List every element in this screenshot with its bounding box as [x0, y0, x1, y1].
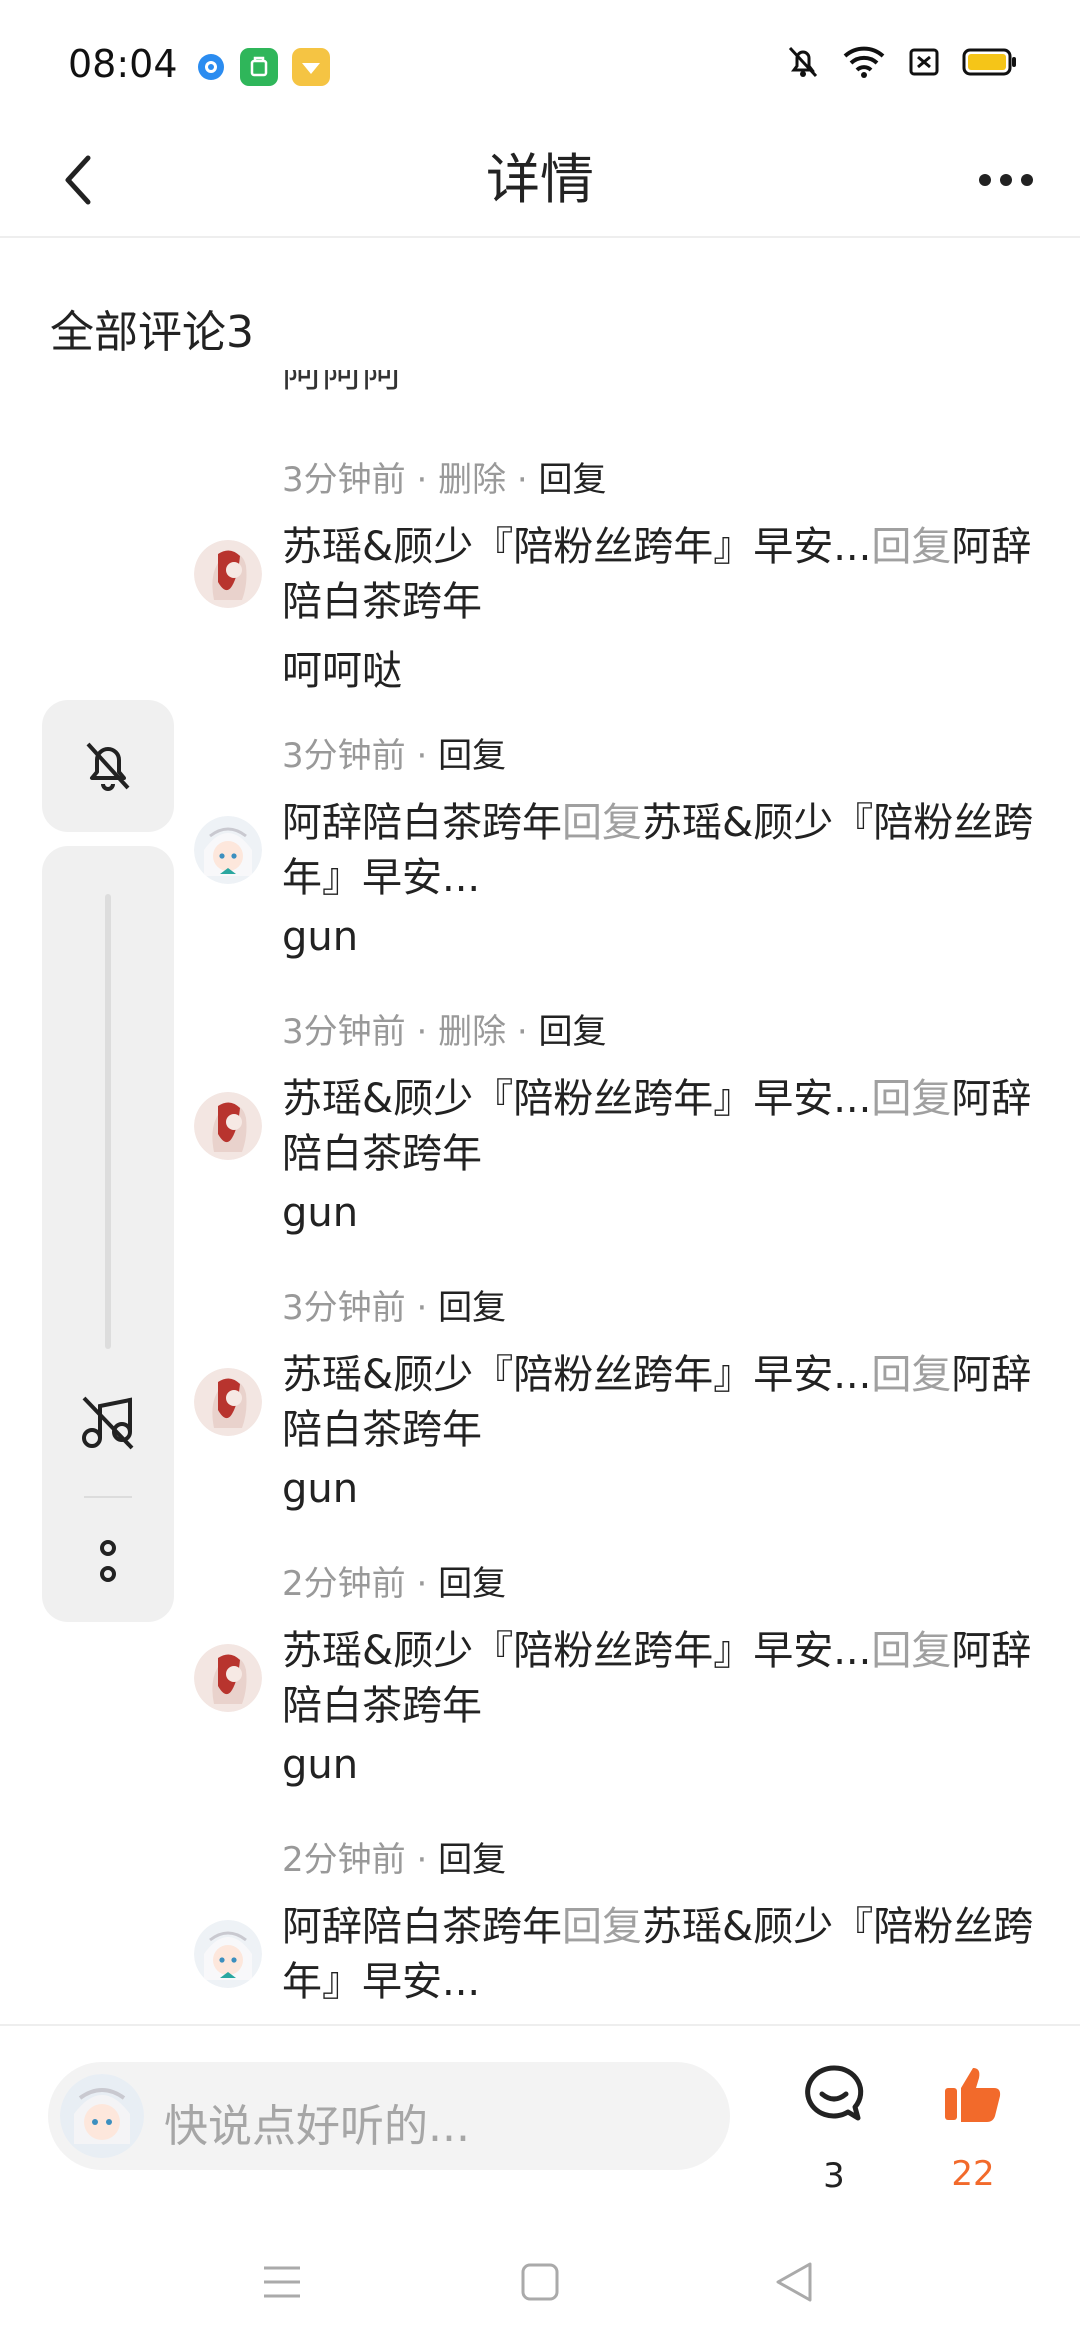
comment-meta: 2分钟前 · 回复 [282, 1556, 506, 1605]
comment-time: 3分钟前 [282, 460, 406, 500]
comment-text: 呵呵哒 [282, 648, 402, 694]
wallet-app-icon [292, 48, 330, 86]
comment-button[interactable]: 3 [794, 2062, 874, 2202]
reply-link[interactable]: 回复 [438, 1564, 506, 1604]
comment-bubble-icon [805, 2065, 864, 2121]
meta-separator: · [405, 736, 439, 776]
reply-word: 回复 [871, 1076, 952, 1122]
avatar[interactable] [194, 540, 262, 608]
reply-word: 回复 [871, 1628, 952, 1674]
comment-author[interactable]: 阿辞陪白茶跨年 [282, 800, 562, 846]
reply-link[interactable]: 回复 [539, 1012, 607, 1052]
comments-count-title: 全部评论3 [50, 307, 254, 358]
reply-link[interactable]: 回复 [438, 1840, 506, 1880]
meta-separator: · [506, 460, 539, 500]
status-time: 08:04 [68, 42, 178, 86]
comment-text: gun [282, 1190, 359, 1236]
mute-toggle-button[interactable] [42, 700, 174, 832]
avatar[interactable] [194, 816, 262, 884]
status-icons [786, 44, 1018, 80]
reply-word: 回复 [871, 1352, 952, 1398]
comment-input[interactable]: 快说点好听的... [48, 2062, 730, 2170]
bottom-bar: 快说点好听的... 3 22 [0, 2024, 1080, 2224]
comment-text: gun [282, 1466, 359, 1512]
comment-author-line[interactable]: 苏瑶&顾少『陪粉丝跨年』早安...回复阿辞陪白茶跨年 [282, 1348, 1042, 1458]
comment-time: 3分钟前 [282, 1012, 406, 1052]
comment-author[interactable]: 阿辞陪白茶跨年 [282, 1904, 562, 1950]
comment-author-line[interactable]: 苏瑶&顾少『陪粉丝跨年』早安...回复阿辞陪白茶跨年 [282, 1072, 1042, 1182]
reply-word: 回复 [562, 800, 642, 846]
reply-link[interactable]: 回复 [438, 1288, 506, 1328]
side-control-panel [42, 846, 174, 1622]
more-button[interactable] [966, 140, 1046, 220]
comment-author[interactable]: 苏瑶&顾少『陪粉丝跨年』早安... [282, 1628, 871, 1674]
back-triangle-icon [776, 2262, 812, 2302]
comment-author-line[interactable]: 苏瑶&顾少『陪粉丝跨年』早安...回复阿辞陪白茶跨年 [282, 1624, 1042, 1734]
comment-author-line[interactable]: 苏瑶&顾少『陪粉丝跨年』早安...回复阿辞陪白茶跨年 [282, 520, 1042, 630]
reply-link[interactable]: 回复 [438, 736, 506, 776]
comment-count: 3 [823, 2156, 845, 2196]
meta-separator: · [405, 1288, 439, 1328]
comment-author[interactable]: 苏瑶&顾少『陪粉丝跨年』早安... [282, 1352, 871, 1398]
avatar[interactable] [194, 1368, 262, 1436]
wifi-icon [843, 46, 885, 78]
delete-link[interactable]: 删除 [438, 460, 506, 500]
bell-off-icon [86, 742, 130, 791]
comment-meta: 3分钟前 · 删除 · 回复 [282, 1004, 607, 1053]
comment-meta: 2分钟前 · 回复 [282, 1832, 506, 1881]
comment-author[interactable]: 苏瑶&顾少『陪粉丝跨年』早安... [282, 1076, 871, 1122]
comment-time: 3分钟前 [282, 736, 406, 776]
thumbs-up-icon [945, 2068, 1001, 2122]
comment-meta: 3分钟前 · 回复 [282, 728, 506, 777]
meta-separator: · [506, 1012, 539, 1052]
meta-separator: · [405, 1564, 439, 1604]
truncated-comment-text: 阿阿阿 [282, 370, 402, 396]
page-title: 详情 [486, 148, 594, 211]
panel-divider [84, 1496, 132, 1498]
back-nav-button[interactable] [764, 2254, 824, 2310]
comment-meta: 3分钟前 · 回复 [282, 1280, 506, 1329]
battery-icon [962, 48, 1016, 76]
home-button[interactable] [510, 2254, 570, 2310]
header: 详情 [0, 120, 1080, 238]
reply-link[interactable]: 回复 [539, 460, 607, 500]
system-nav-bar [0, 2224, 1080, 2340]
shopping-app-icon [240, 48, 278, 86]
browser-app-icon [192, 48, 230, 86]
status-bar: 08:04 [0, 0, 1080, 120]
volume-slider[interactable] [105, 894, 111, 1349]
reply-word: 回复 [871, 524, 952, 570]
home-square-icon [521, 2263, 559, 2301]
comment-time: 2分钟前 [282, 1564, 406, 1604]
menu-icon [264, 2266, 300, 2298]
comment-meta: 3分钟前 · 删除 · 回复 [282, 452, 607, 501]
comment-author[interactable]: 苏瑶&顾少『陪粉丝跨年』早安... [282, 524, 871, 570]
meta-separator: · [405, 1012, 439, 1052]
avatar[interactable] [194, 1920, 262, 1988]
delete-link[interactable]: 删除 [438, 1012, 506, 1052]
comment-author-line[interactable]: 阿辞陪白茶跨年回复苏瑶&顾少『陪粉丝跨年』早安... [282, 796, 1042, 906]
avatar [60, 2074, 144, 2158]
mute-icon [788, 46, 818, 78]
meta-separator: · [405, 1840, 439, 1880]
comment-author-line[interactable]: 阿辞陪白茶跨年回复苏瑶&顾少『陪粉丝跨年』早安... [282, 1900, 1042, 2010]
reply-word: 回复 [562, 1904, 642, 1950]
more-horizontal-icon [979, 174, 991, 186]
menu-button[interactable] [252, 2254, 312, 2310]
meta-separator: · [405, 460, 439, 500]
comment-time: 3分钟前 [282, 1288, 406, 1328]
avatar[interactable] [194, 1644, 262, 1712]
music-off-icon[interactable] [78, 1392, 138, 1452]
like-button[interactable]: 22 [933, 2062, 1013, 2202]
more-vertical-icon[interactable] [94, 1536, 122, 1586]
comment-text: gun [282, 914, 359, 960]
comment-time: 2分钟前 [282, 1840, 406, 1880]
avatar[interactable] [194, 1092, 262, 1160]
like-count: 22 [951, 2154, 995, 2194]
input-placeholder: 快说点好听的... [164, 2101, 470, 2152]
comment-text: gun [282, 1742, 359, 1788]
sim-icon [909, 48, 939, 76]
